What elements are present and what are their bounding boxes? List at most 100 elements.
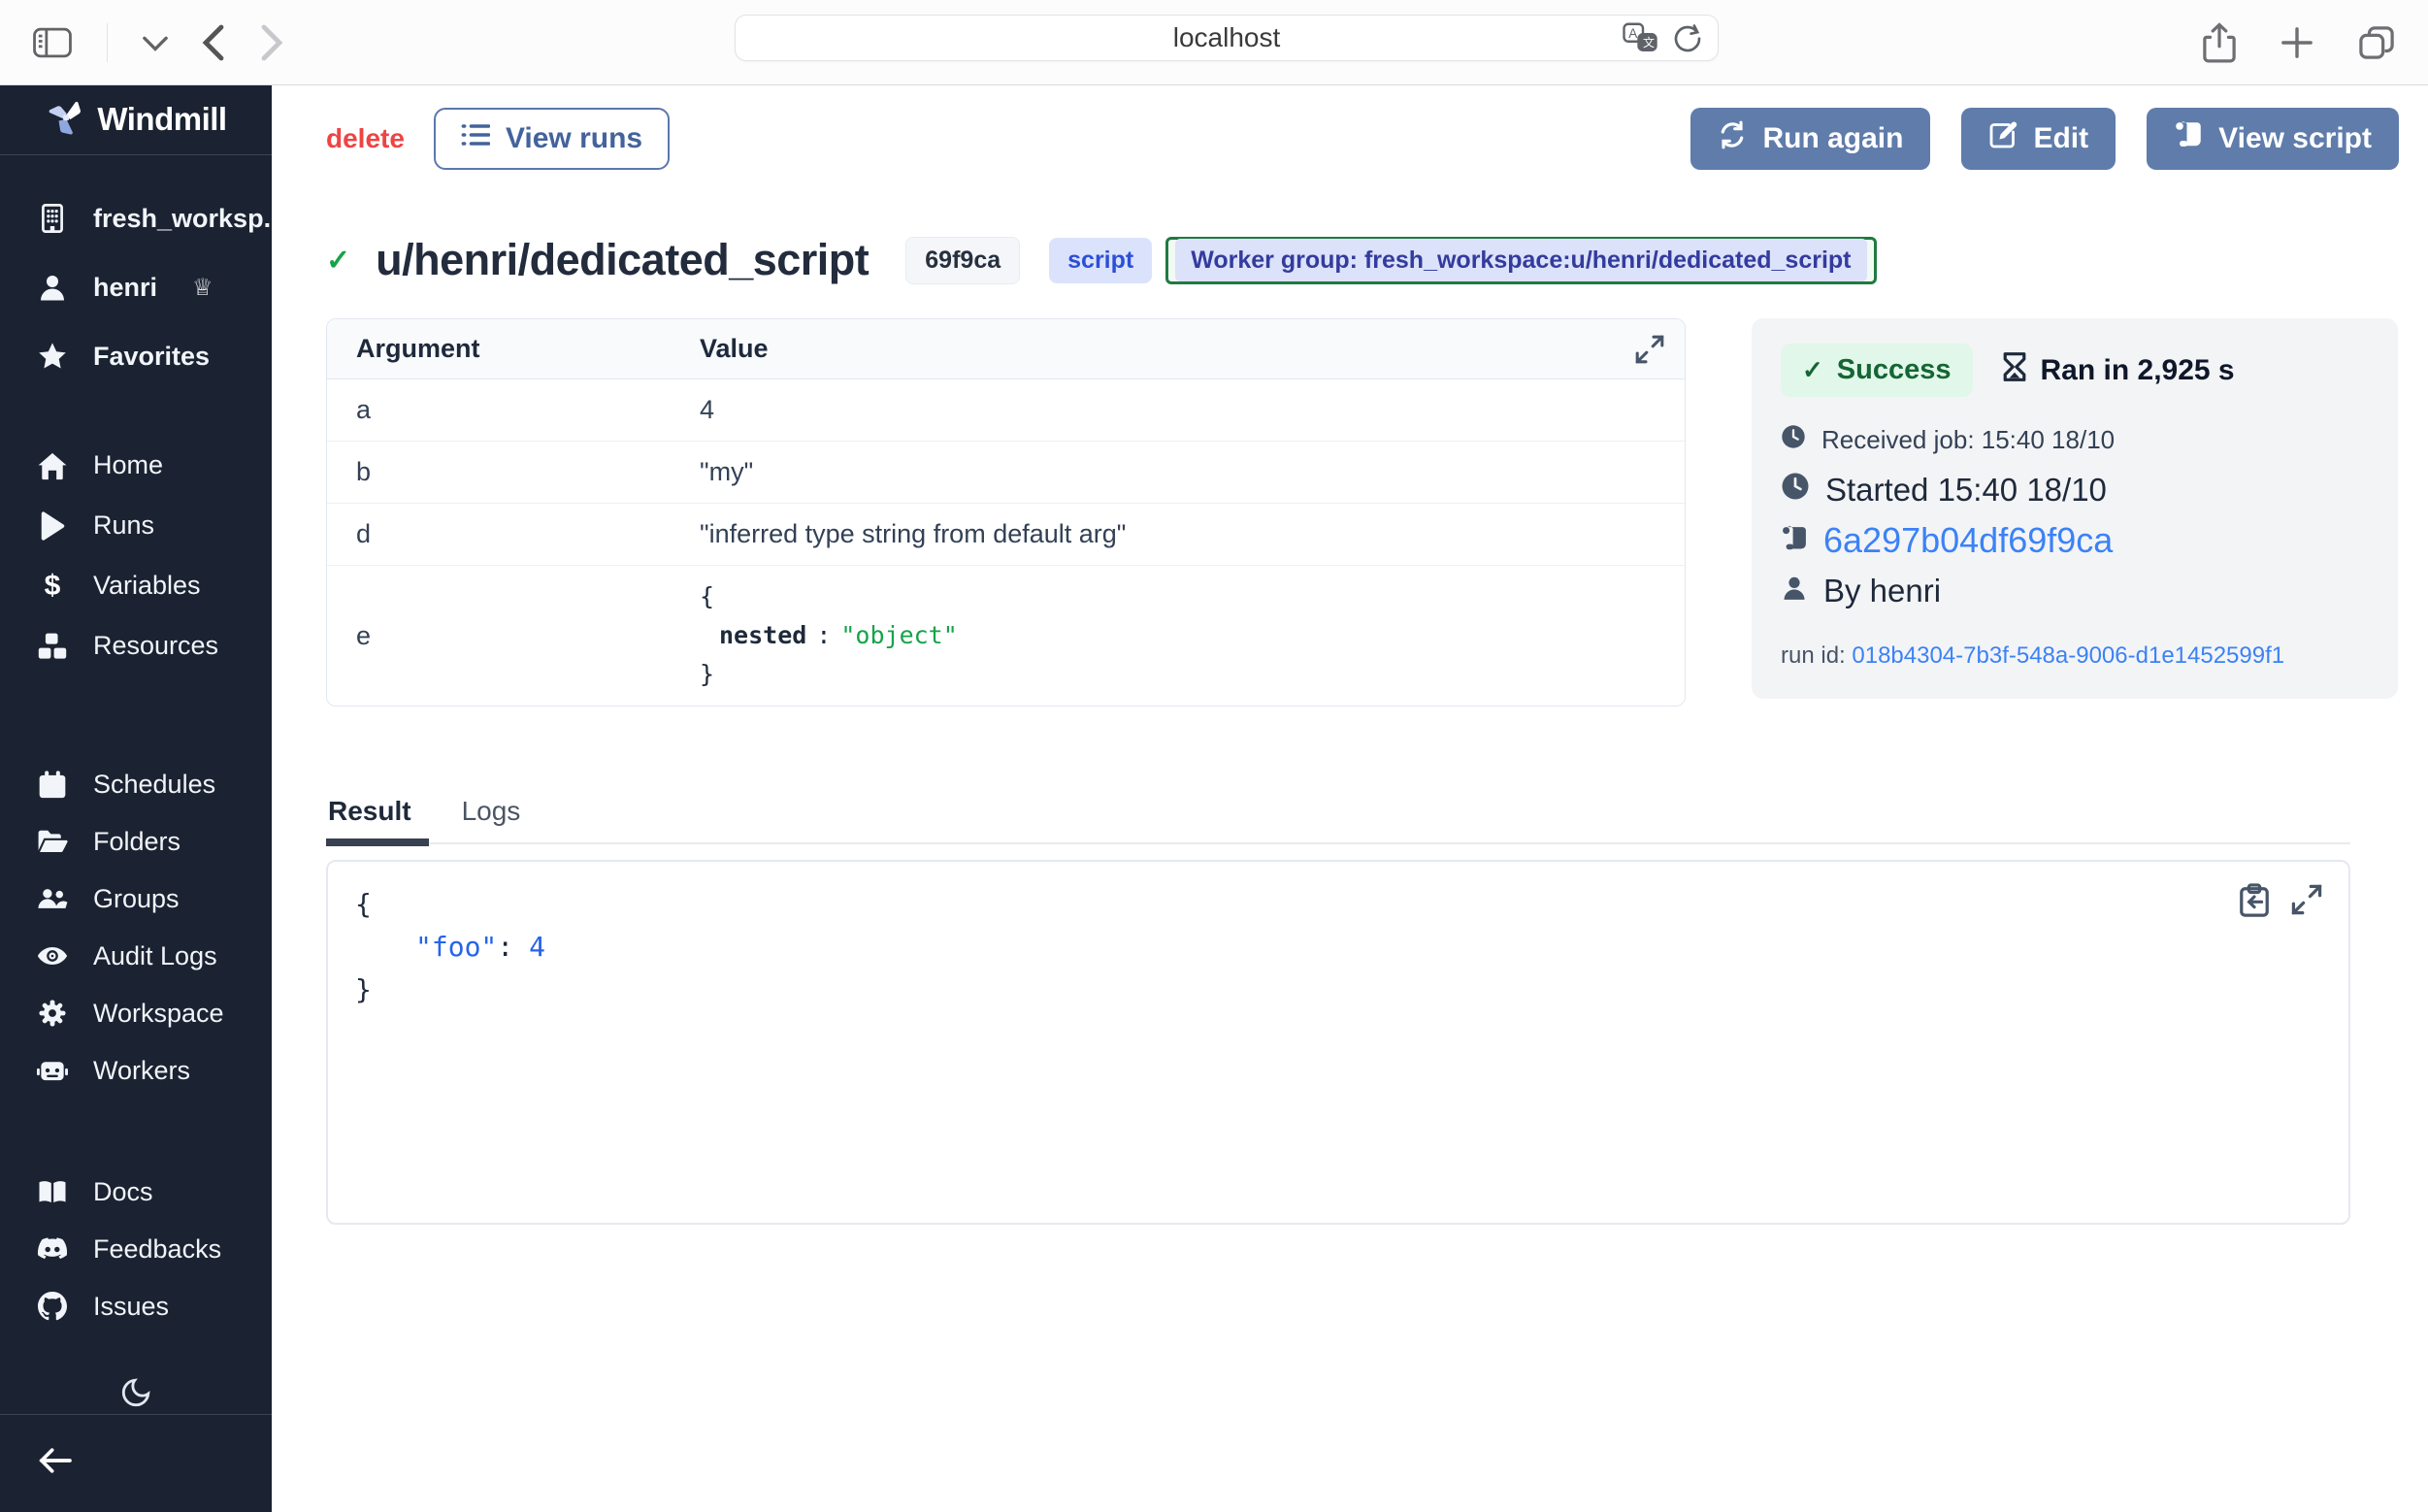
folders-label: Folders	[93, 827, 180, 857]
column-value: Value	[700, 334, 1685, 364]
translate-icon[interactable]: A 文	[1623, 22, 1657, 53]
sidebar-item-feedbacks[interactable]: Feedbacks	[0, 1221, 272, 1278]
eye-icon	[37, 943, 68, 969]
chevron-down-icon[interactable]	[143, 34, 168, 51]
sidebar-item-favorites[interactable]: Favorites	[0, 322, 272, 391]
sidebar-item-runs[interactable]: Runs	[0, 496, 272, 556]
main-content: delete View runs	[272, 85, 2428, 1512]
calendar-icon	[37, 770, 68, 799]
edit-button[interactable]: Edit	[1961, 108, 2116, 170]
collapse-sidebar-icon[interactable]	[37, 1446, 74, 1480]
sidebar-item-issues[interactable]: Issues	[0, 1278, 272, 1335]
list-icon	[461, 121, 490, 156]
result-tabs: Result Logs	[326, 796, 2350, 844]
hourglass-icon	[2002, 351, 2027, 390]
sidebar-divider	[0, 154, 272, 155]
windmill-pinwheel-icon	[45, 97, 85, 143]
docs-label: Docs	[93, 1177, 153, 1207]
groups-label: Groups	[93, 884, 180, 914]
expand-table-icon[interactable]	[1634, 334, 1665, 372]
windmill-logo[interactable]: Windmill	[0, 85, 272, 154]
boxes-icon	[37, 632, 68, 661]
table-header: Argument Value	[327, 319, 1685, 379]
book-icon	[37, 1178, 68, 1205]
run-again-button[interactable]: Run again	[1690, 108, 1930, 170]
building-icon	[37, 203, 68, 234]
brand-name: Windmill	[97, 101, 226, 138]
sidebar-item-folders[interactable]: Folders	[0, 813, 272, 871]
robot-icon	[37, 1057, 68, 1084]
tabs-overview-icon[interactable]	[2358, 25, 2395, 60]
job-info-panel: ✓ Success Ran in 2,925 s Received job:	[1752, 318, 2398, 699]
column-argument: Argument	[327, 334, 700, 364]
by-line: By henri	[1781, 573, 2369, 609]
sidebar-item-groups[interactable]: Groups	[0, 871, 272, 928]
share-icon[interactable]	[2203, 22, 2236, 63]
page-header: ✓ u/henri/dedicated_script 69f9ca script…	[326, 235, 2399, 285]
feedbacks-label: Feedbacks	[93, 1234, 221, 1265]
success-check-icon: ✓	[326, 244, 350, 278]
sidebar-item-workspace-settings[interactable]: Workspace	[0, 985, 272, 1042]
user-name: henri	[93, 273, 157, 303]
sidebar-item-workers[interactable]: Workers	[0, 1042, 272, 1100]
worker-group-badge: Worker group: fresh_workspace:u/henri/de…	[1175, 239, 1866, 281]
sidebar-toggle-icon[interactable]	[33, 27, 72, 58]
dark-mode-toggle[interactable]	[119, 1376, 152, 1414]
table-row-json: e { nested:"object" }	[327, 566, 1685, 706]
admin-crown-icon: ♕	[192, 274, 213, 302]
back-icon[interactable]	[201, 23, 226, 62]
result-viewer: { "foo":4 }	[326, 860, 2350, 1225]
copy-to-clipboard-icon[interactable]	[2238, 883, 2271, 923]
user-icon	[1781, 573, 1808, 609]
resources-label: Resources	[93, 631, 218, 661]
view-runs-button[interactable]: View runs	[434, 108, 670, 170]
expand-result-icon[interactable]	[2290, 883, 2323, 923]
tab-logs[interactable]: Logs	[460, 796, 527, 842]
sidebar-item-user[interactable]: henri ♕	[0, 253, 272, 322]
sidebar-item-audit-logs[interactable]: Audit Logs	[0, 928, 272, 985]
home-icon	[37, 451, 68, 480]
run-id-line: run id: 018b4304-7b3f-548a-9006-d1e14525…	[1781, 642, 2369, 670]
sidebar-item-workspace-name[interactable]: fresh_worksp...	[0, 184, 272, 253]
discord-icon	[37, 1236, 68, 1262]
run-id-link[interactable]: 018b4304-7b3f-548a-9006-d1e1452599f1	[1852, 642, 2284, 669]
delete-button[interactable]: delete	[326, 123, 405, 154]
refresh-icon	[1718, 120, 1747, 157]
sidebar-item-variables[interactable]: $ Variables	[0, 556, 272, 616]
url-text[interactable]: localhost	[1173, 22, 1281, 53]
sidebar: Windmill fresh_worksp...	[0, 85, 272, 1512]
address-bar[interactable]: localhost A 文	[735, 15, 1719, 61]
result-json: { "foo":4 }	[355, 883, 2321, 1011]
dollar-icon: $	[37, 572, 68, 601]
reload-icon[interactable]	[1673, 22, 1702, 53]
duration: Ran in 2,925 s	[2002, 351, 2235, 390]
edit-pencil-icon	[1988, 120, 2018, 157]
scroll-icon	[1781, 520, 1808, 561]
variables-label: Variables	[93, 571, 201, 601]
tab-result[interactable]: Result	[326, 796, 417, 842]
gear-icon	[37, 999, 68, 1028]
workspace-name: fresh_worksp...	[93, 204, 285, 234]
audit-logs-label: Audit Logs	[93, 941, 217, 971]
json-object-viewer: { nested:"object" }	[700, 566, 1685, 706]
toolbar-separator	[107, 23, 108, 62]
sidebar-item-resources[interactable]: Resources	[0, 616, 272, 676]
sidebar-item-docs[interactable]: Docs	[0, 1164, 272, 1221]
check-icon: ✓	[1802, 355, 1823, 385]
svg-text:A: A	[1628, 26, 1637, 41]
forward-icon	[259, 23, 284, 62]
home-label: Home	[93, 450, 163, 480]
clock-icon	[1781, 424, 1806, 456]
sidebar-item-home[interactable]: Home	[0, 436, 272, 496]
view-script-button[interactable]: View script	[2147, 108, 2399, 170]
worker-group-highlight-box: Worker group: fresh_workspace:u/henri/de…	[1165, 237, 1876, 284]
job-hash-line: 6a297b04df69f9ca	[1781, 520, 2369, 561]
job-id-link[interactable]: 6a297b04df69f9ca	[1823, 520, 2113, 561]
run-toolbar: delete View runs	[326, 107, 2399, 171]
new-tab-icon[interactable]	[2280, 26, 2313, 59]
sidebar-item-schedules[interactable]: Schedules	[0, 756, 272, 813]
page-title: u/henri/dedicated_script	[376, 235, 869, 285]
star-icon	[37, 341, 68, 372]
received-line: Received job: 15:40 18/10	[1781, 424, 2369, 456]
table-row: d "inferred type string from default arg…	[327, 504, 1685, 566]
